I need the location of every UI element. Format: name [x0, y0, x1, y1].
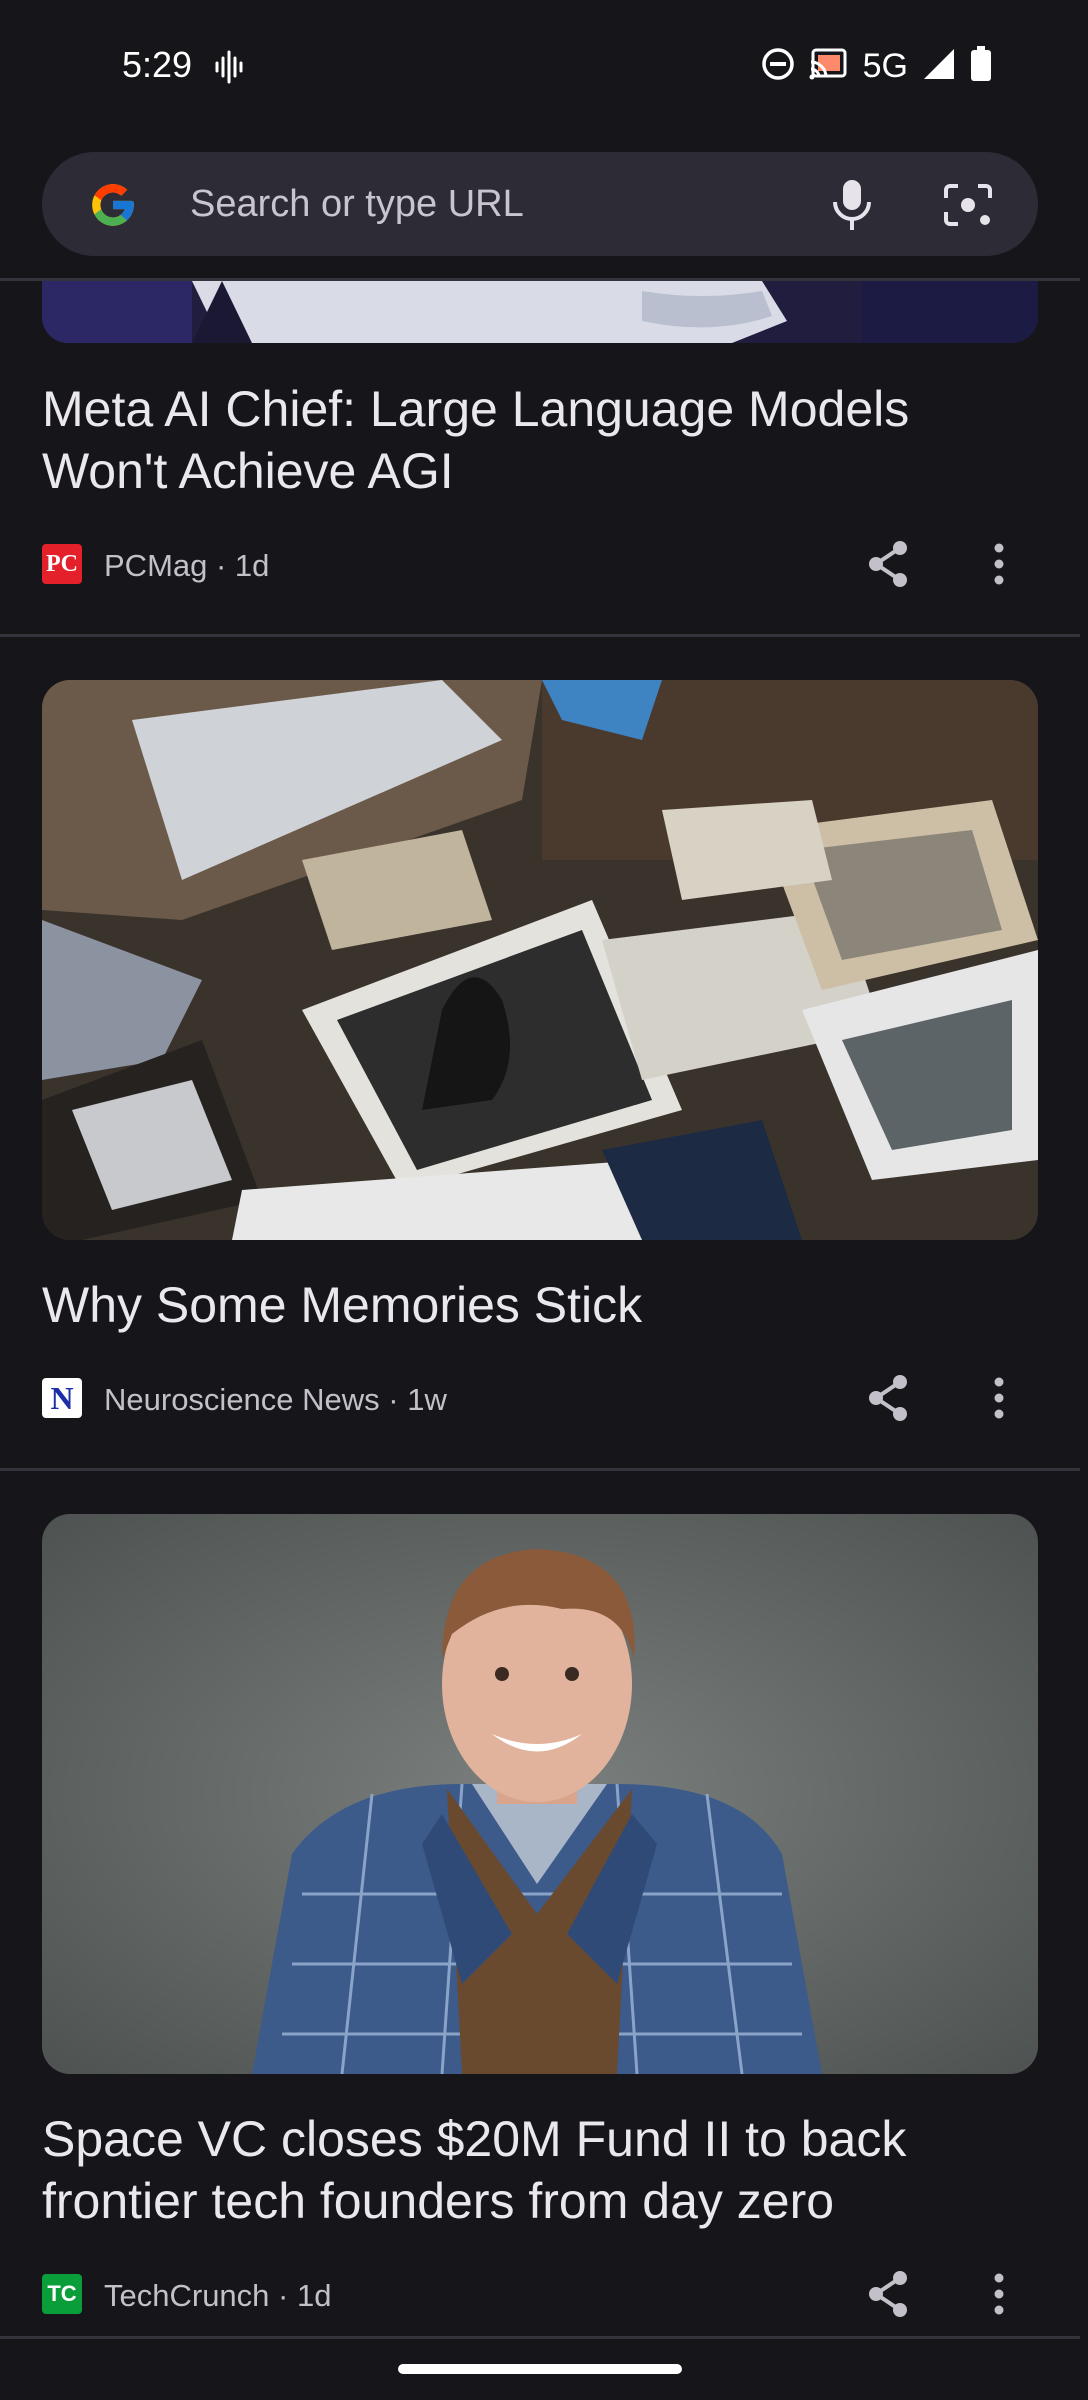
article-source: Neuroscience News · 1w — [104, 1382, 447, 1417]
neuroscience-news-logo-icon: N — [42, 1378, 82, 1418]
omnibox-search-bar[interactable]: Search or type URL — [42, 152, 1038, 256]
gesture-navigation-handle[interactable] — [398, 2364, 682, 2374]
techcrunch-logo-icon: TC — [42, 2274, 82, 2314]
divider — [0, 1468, 1080, 1471]
battery-icon — [970, 46, 992, 87]
divider — [0, 634, 1080, 637]
article-source-row: TC TechCrunch · 1d — [42, 2271, 1038, 2317]
status-time: 5:29 — [122, 44, 193, 85]
status-icons: 5G — [761, 46, 992, 87]
share-icon[interactable] — [866, 540, 910, 593]
article-source-row: PC PCMag · 1d — [42, 541, 1038, 587]
voice-activity-icon — [214, 50, 244, 89]
article-thumbnail[interactable] — [42, 281, 1038, 343]
mic-icon[interactable] — [830, 178, 874, 237]
signal-icon — [922, 47, 956, 86]
network-type: 5G — [862, 47, 908, 85]
pcmag-logo-icon: PC — [42, 544, 82, 584]
more-options-icon[interactable] — [994, 542, 1004, 591]
article-thumbnail[interactable] — [42, 1514, 1038, 2074]
lens-camera-icon[interactable] — [942, 182, 994, 233]
status-bar: 5:29 5G — [0, 0, 1088, 140]
search-placeholder[interactable]: Search or type URL — [190, 152, 524, 256]
share-icon[interactable] — [866, 2270, 910, 2323]
more-options-icon[interactable] — [994, 1376, 1004, 1425]
article-title[interactable]: Space VC closes $20M Fund II to back fro… — [42, 2108, 1042, 2232]
cast-icon — [809, 47, 849, 86]
article-source: TechCrunch · 1d — [104, 2278, 332, 2313]
article-source: PCMag · 1d — [104, 548, 270, 583]
article-source-row: N Neuroscience News · 1w — [42, 1375, 1038, 1421]
article-thumbnail[interactable] — [42, 680, 1038, 1240]
more-options-icon[interactable] — [994, 2272, 1004, 2321]
do-not-disturb-icon — [761, 47, 795, 86]
divider — [0, 2336, 1080, 2339]
article-title[interactable]: Meta AI Chief: Large Language Models Won… — [42, 378, 1042, 502]
article-title[interactable]: Why Some Memories Stick — [42, 1274, 1042, 1336]
share-icon[interactable] — [866, 1374, 910, 1427]
google-logo-icon — [88, 180, 138, 235]
